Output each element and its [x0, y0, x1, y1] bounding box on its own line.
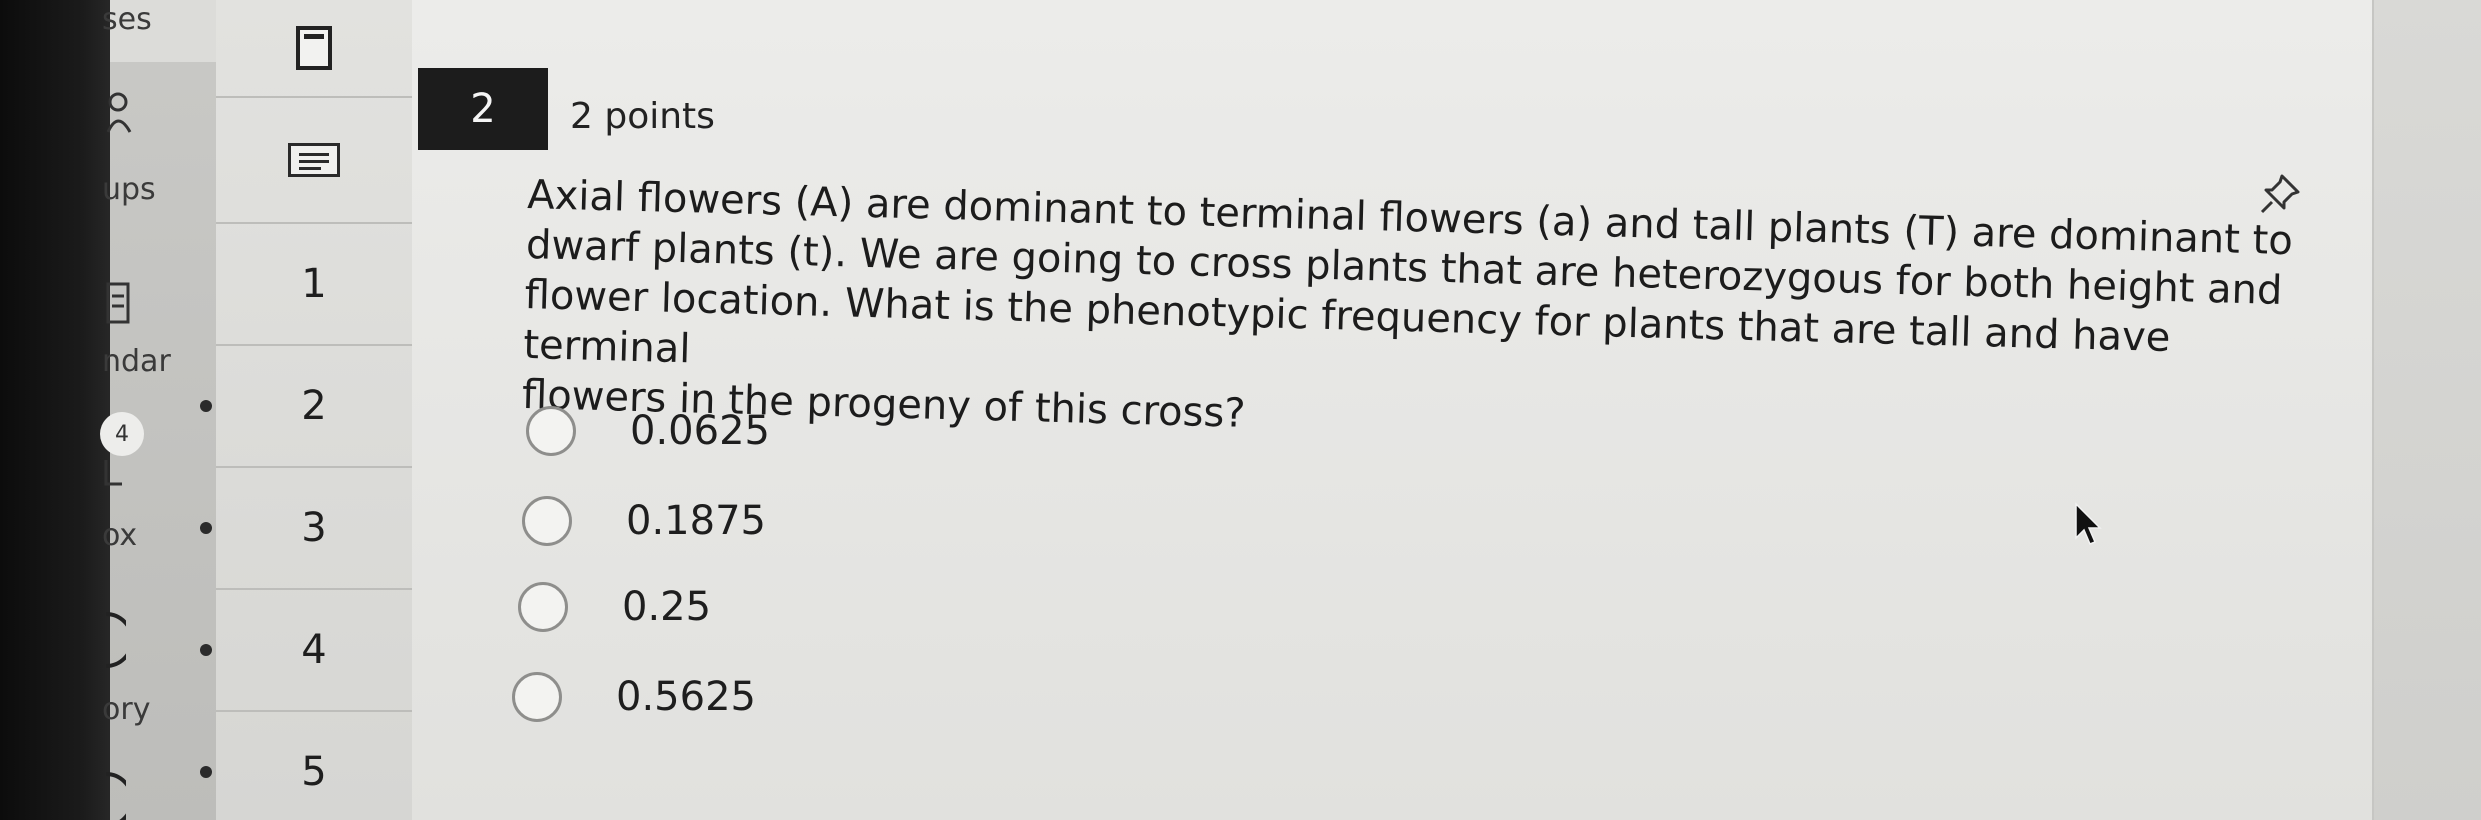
- question-text: Axial flowers (A) are dominant to termin…: [521, 170, 2307, 467]
- question-nav-number: 2: [301, 383, 327, 429]
- answer-option-label: 0.25: [622, 584, 712, 630]
- question-navigator: 1 2 3 4 5: [200, 0, 414, 820]
- screen: ses ups ndar 4 ox ory 1 2 3 4 5 2 2 poin…: [0, 0, 2481, 820]
- answered-dot: [200, 644, 212, 656]
- answer-option-3[interactable]: 0.25: [518, 582, 711, 632]
- global-nav: ses ups ndar 4 ox ory: [100, 0, 216, 820]
- answer-option-2[interactable]: 0.1875: [522, 496, 766, 546]
- question-nav-item-1[interactable]: 1: [216, 224, 412, 346]
- question-nav-number: 3: [301, 505, 327, 551]
- answer-option-label: 0.0625: [630, 408, 770, 454]
- global-nav-label: ndar: [102, 344, 171, 379]
- question-nav-number: 1: [301, 261, 327, 307]
- question-nav-item-5[interactable]: 5: [200, 712, 412, 820]
- inbox-icon: [104, 460, 122, 486]
- groups-icon: [106, 92, 132, 133]
- question-nav-number: 5: [301, 749, 327, 795]
- answer-option-label: 0.5625: [616, 674, 756, 720]
- answered-dot: [200, 522, 212, 534]
- mouse-pointer-icon: [2075, 502, 2102, 545]
- radio-button[interactable]: [526, 406, 576, 456]
- question-points: 2 points: [570, 96, 715, 137]
- question-list-toggle[interactable]: [216, 98, 412, 224]
- answer-option-1[interactable]: 0.0625: [526, 406, 770, 456]
- radio-button[interactable]: [522, 496, 572, 546]
- history-icon: [106, 612, 126, 668]
- question-number: 2: [418, 68, 548, 150]
- global-nav-label: ox: [102, 518, 138, 553]
- right-margin: [2372, 0, 2481, 820]
- monitor-bezel: [0, 0, 118, 820]
- global-nav-label: ups: [102, 172, 156, 207]
- global-nav-label: ory: [102, 692, 151, 727]
- question-nav-item-3[interactable]: 3: [200, 468, 412, 590]
- answer-option-4[interactable]: 0.5625: [512, 672, 756, 722]
- answer-option-label: 0.1875: [626, 498, 766, 544]
- question-nav-number: 4: [301, 627, 327, 673]
- question-nav-item-2[interactable]: 2: [200, 346, 412, 468]
- radio-button[interactable]: [512, 672, 562, 722]
- question-nav-item-4[interactable]: 4: [200, 590, 412, 712]
- radio-button[interactable]: [518, 582, 568, 632]
- pin-icon[interactable]: [2258, 172, 2302, 216]
- document-list-icon: [288, 143, 340, 177]
- global-nav-label: ses: [102, 2, 152, 37]
- flag-toggle[interactable]: [216, 0, 412, 98]
- bookmark-icon: [296, 26, 332, 70]
- inbox-unread-badge: 4: [100, 412, 144, 456]
- help-icon: [106, 772, 126, 820]
- answered-dot: [200, 400, 212, 412]
- answered-dot: [200, 766, 212, 778]
- calendar-icon: [106, 282, 130, 324]
